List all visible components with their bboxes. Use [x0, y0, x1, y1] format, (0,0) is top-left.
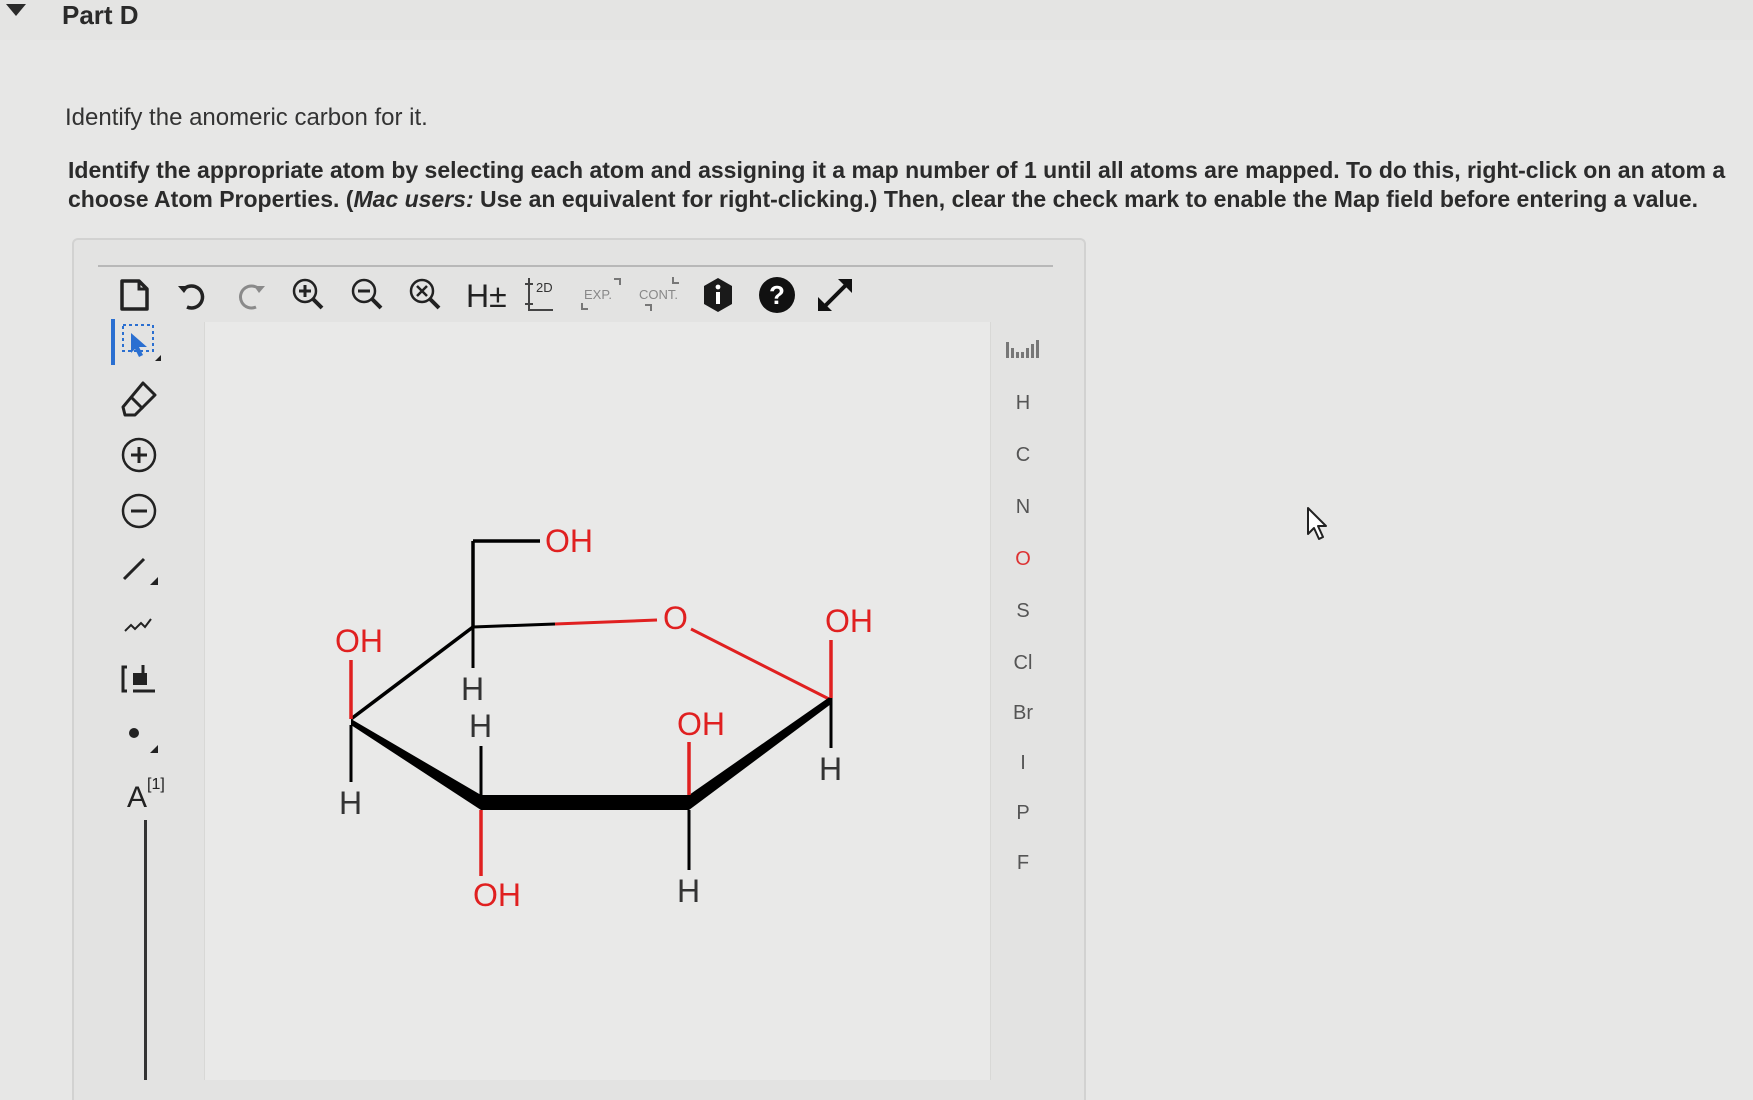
select-tool-icon — [111, 319, 161, 365]
editor-toolbar: H± 2D EXP. CONT. ? — [110, 272, 870, 318]
hydrogen-toggle-label: H± — [466, 278, 507, 314]
instructions-line-2-before: choose Atom Properties. ( — [68, 186, 354, 212]
redo-button[interactable] — [227, 273, 274, 317]
undo-button[interactable] — [168, 273, 215, 317]
instructions-mac-users: Mac users: — [353, 186, 474, 212]
zoom-out-icon — [351, 278, 383, 310]
bond-c3-c2-bold[interactable] — [481, 795, 689, 810]
label-c3-h[interactable]: H — [469, 708, 492, 744]
part-title[interactable]: Part D — [62, 0, 139, 31]
contract-button[interactable]: CONT. — [636, 273, 683, 317]
eraser-tool-button[interactable] — [104, 374, 174, 424]
element-f-button[interactable]: F — [1000, 852, 1046, 875]
label-c4-oh[interactable]: OH — [335, 623, 383, 659]
label-ring-o[interactable]: O — [663, 600, 688, 636]
decrease-charge-button[interactable] — [104, 486, 174, 536]
new-document-icon — [119, 279, 149, 311]
bond-o5-c1[interactable] — [690, 627, 832, 702]
clean-2d-button[interactable]: 2D — [519, 273, 566, 317]
zoom-in-button[interactable] — [285, 273, 332, 317]
element-h-button[interactable]: H — [1000, 392, 1046, 415]
contract-label: CONT. — [639, 287, 678, 302]
element-br-button[interactable]: Br — [1000, 702, 1046, 725]
dot-icon — [129, 728, 158, 753]
zoom-reset-button[interactable] — [402, 273, 449, 317]
editor-divider — [98, 265, 1053, 267]
question-text: Identify the anomeric carbon for it. — [65, 104, 428, 131]
clean-2d-label: 2D — [536, 280, 553, 295]
zoom-reset-icon — [409, 278, 441, 310]
instructions-line-1: Identify the appropriate atom by selecti… — [68, 157, 1726, 183]
select-tool-button[interactable] — [104, 318, 174, 368]
editor-side-toolbar: A [1] — [104, 318, 174, 1078]
element-o-button[interactable]: O — [1000, 548, 1046, 571]
label-c6-oh[interactable]: OH — [545, 523, 593, 559]
undo-icon — [178, 284, 205, 310]
bond-c4-c3-wedge[interactable] — [351, 719, 481, 810]
mouse-cursor-icon — [1307, 507, 1327, 540]
zoom-out-button[interactable] — [344, 273, 391, 317]
hydrogen-toggle-button[interactable]: H± — [461, 273, 508, 317]
chain-icon — [124, 618, 152, 632]
info-icon — [704, 278, 733, 312]
part-header[interactable]: Part D — [0, 0, 1753, 40]
clean-2d-icon: 2D — [525, 278, 554, 311]
element-cl-button[interactable]: Cl — [1000, 652, 1046, 675]
drawing-canvas[interactable]: OH O OH H OH H H OH OH H H — [204, 322, 991, 1080]
expand-icon: EXP. — [581, 278, 622, 310]
info-button[interactable] — [695, 273, 742, 317]
help-button[interactable]: ? — [753, 273, 800, 317]
contract-icon: CONT. — [639, 277, 679, 311]
eraser-icon — [121, 381, 157, 417]
bond-line-icon — [122, 557, 158, 585]
element-palette: H C N O S Cl Br I P F — [1000, 330, 1050, 890]
bond-c5-o5-black[interactable] — [472, 622, 556, 629]
label-c1-oh[interactable]: OH — [825, 603, 873, 639]
atom-map-label: A — [127, 781, 147, 814]
atom-map-tool-button[interactable]: A [1] — [104, 766, 174, 816]
fullscreen-icon — [818, 279, 853, 311]
instructions-line-2: choose Atom Properties. (Mac users: Use … — [68, 185, 1748, 214]
atom-map-icon: A [1] — [127, 776, 165, 814]
single-bond-tool-button[interactable] — [104, 542, 174, 592]
minus-circle-icon — [121, 493, 157, 529]
collapse-caret-icon[interactable] — [6, 4, 26, 16]
bond-c5-o5-red[interactable] — [554, 618, 658, 626]
periodic-table-icon[interactable] — [1002, 334, 1048, 364]
side-toolbar-border — [144, 820, 147, 1080]
redo-icon — [238, 284, 265, 310]
fullscreen-button[interactable] — [812, 273, 859, 317]
template-tool-button[interactable] — [104, 654, 174, 704]
svg-text:?: ? — [769, 280, 785, 310]
label-c1-h[interactable]: H — [819, 751, 842, 787]
label-c2-h[interactable]: H — [677, 873, 700, 909]
element-i-button[interactable]: I — [1000, 752, 1046, 775]
expand-button[interactable]: EXP. — [578, 273, 625, 317]
chain-tool-button[interactable] — [104, 598, 174, 648]
hydrogen-toggle-icon: H± — [466, 278, 507, 314]
element-p-button[interactable]: P — [1000, 802, 1046, 825]
element-n-button[interactable]: N — [1000, 496, 1046, 519]
atom-map-superscript: [1] — [147, 776, 165, 793]
instructions-text: Identify the appropriate atom by selecti… — [68, 156, 1748, 214]
atom-dot-tool-button[interactable] — [104, 710, 174, 760]
element-c-button[interactable]: C — [1000, 444, 1046, 467]
element-s-button[interactable]: S — [1000, 600, 1046, 623]
bracket-icon — [121, 665, 155, 693]
zoom-in-icon — [292, 278, 324, 310]
increase-charge-button[interactable] — [104, 430, 174, 480]
new-document-button[interactable] — [110, 273, 157, 317]
plus-circle-icon — [121, 437, 157, 473]
label-c3-oh[interactable]: OH — [473, 877, 521, 913]
label-c2-oh[interactable]: OH — [677, 706, 725, 742]
glucose-structure[interactable]: OH O OH H OH H H OH OH H H — [205, 322, 990, 1080]
label-c5-h[interactable]: H — [461, 671, 484, 707]
expand-label: EXP. — [584, 287, 612, 302]
instructions-line-2-after: Use an equivalent for right-clicking.) T… — [473, 186, 1699, 212]
label-c4-h[interactable]: H — [339, 785, 362, 821]
help-icon: ? — [758, 277, 795, 313]
